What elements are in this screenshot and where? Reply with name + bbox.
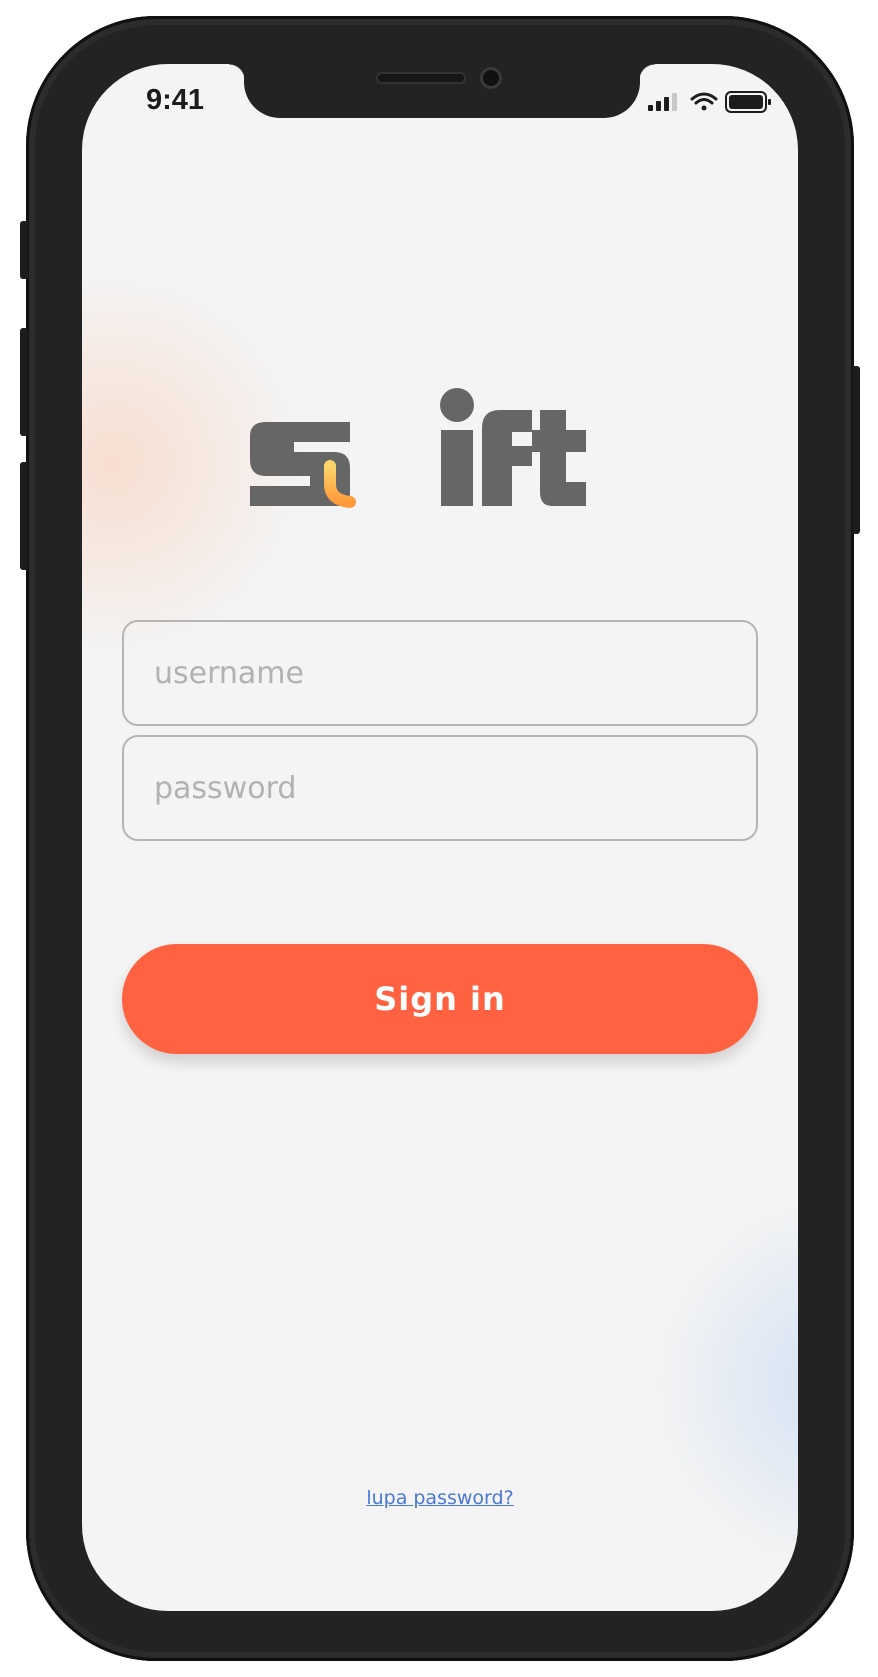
wifi-icon bbox=[690, 92, 718, 111]
logo-letter-i bbox=[441, 430, 473, 506]
volume-down-button bbox=[20, 462, 28, 570]
username-input[interactable] bbox=[122, 620, 758, 726]
logo-letter-t bbox=[532, 410, 586, 506]
earpiece-speaker bbox=[376, 72, 466, 84]
volume-up-button bbox=[20, 328, 28, 436]
app-screen: 9:41 username Sign in lupa password? bbox=[82, 64, 798, 1611]
logo-hand-strokes bbox=[324, 356, 430, 509]
battery-icon bbox=[725, 91, 771, 113]
sign-in-button[interactable]: Sign in bbox=[122, 944, 758, 1054]
background-glow-blue bbox=[642, 1184, 798, 1584]
phone-frame: 9:41 username Sign in lupa password? bbox=[20, 16, 860, 1661]
status-icons bbox=[648, 90, 772, 113]
front-camera bbox=[480, 67, 502, 89]
cellular-signal-icon bbox=[648, 93, 677, 111]
swift-logo bbox=[250, 356, 586, 509]
notch bbox=[229, 64, 655, 118]
password-input[interactable] bbox=[122, 735, 758, 841]
status-time: 9:41 bbox=[146, 84, 205, 116]
power-button bbox=[852, 366, 860, 534]
logo-i-dot bbox=[440, 388, 474, 422]
silent-switch bbox=[20, 221, 28, 279]
logo-letter-f bbox=[482, 410, 532, 506]
forgot-password-link[interactable]: lupa password? bbox=[82, 1487, 798, 1509]
